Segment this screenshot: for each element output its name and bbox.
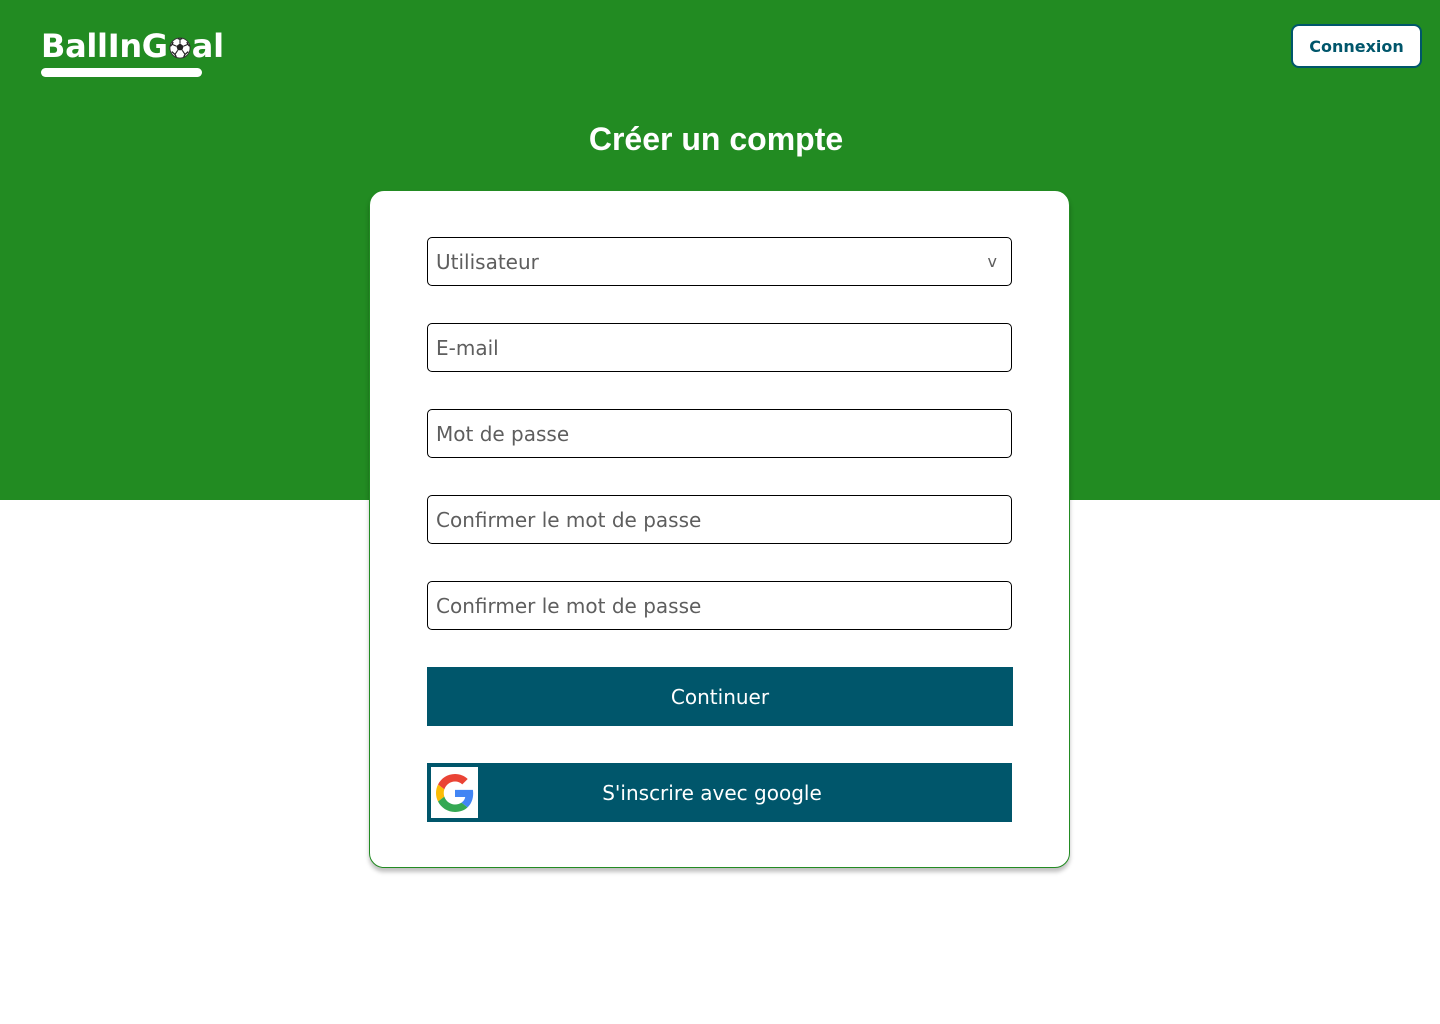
google-g-icon [435,773,473,812]
google-icon-box [431,767,478,818]
login-button[interactable]: Connexion [1291,24,1422,68]
google-signup-label: S'inscrire avec google [602,780,822,805]
confirm-password-placeholder: Confirmer le mot de passe [436,507,702,532]
logo-prefix: BallInG [41,27,168,65]
email-placeholder: E-mail [436,335,499,360]
page-title: Créer un compte [588,121,844,157]
continue-button[interactable]: Continuer [427,667,1013,726]
signup-page: BallInG al Connexion Créer un compte Uti… [0,0,1440,1024]
confirm-password-2-placeholder: Confirmer le mot de passe [436,593,702,618]
user-type-select[interactable]: Utilisateur v [427,237,1012,286]
email-field[interactable]: E-mail [427,323,1012,372]
logo-suffix: al [191,27,224,65]
logo[interactable]: BallInG al [41,28,224,78]
password-placeholder: Mot de passe [436,421,570,446]
signup-card: Utilisateur v E-mail Mot de passe Confir… [369,190,1070,868]
password-field[interactable]: Mot de passe [427,409,1012,458]
chevron-down-icon: v [987,252,997,271]
logo-text: BallInG al [41,28,224,64]
logo-underline [41,68,202,77]
confirm-password-field[interactable]: Confirmer le mot de passe [427,495,1012,544]
user-type-value: Utilisateur [436,249,539,274]
confirm-password-field-2[interactable]: Confirmer le mot de passe [427,581,1012,630]
google-signup-button[interactable]: S'inscrire avec google [427,763,1012,822]
soccer-ball-icon [169,37,191,59]
